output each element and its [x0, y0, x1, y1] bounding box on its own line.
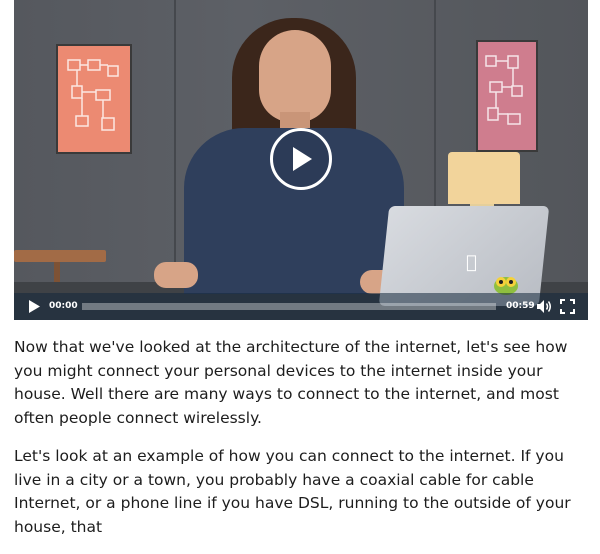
apple-logo-icon:  [466, 252, 477, 273]
total-duration: 00:59 [506, 301, 535, 311]
wall-poster-right [476, 40, 538, 152]
progress-bar[interactable] [82, 303, 496, 310]
paragraph: Now that we've looked at the architectur… [14, 338, 568, 427]
play-circle-icon [293, 147, 312, 171]
volume-icon[interactable] [536, 299, 552, 314]
side-table [14, 250, 106, 262]
play-icon[interactable] [28, 300, 40, 313]
paragraph: Let's look at an example of how you can … [14, 447, 571, 536]
center-play-button[interactable] [270, 128, 332, 190]
lesson-transcript: Now that we've looked at the architectur… [14, 336, 594, 554]
video-player[interactable]:  00:00 00:59 [14, 0, 588, 320]
presenter-hand-left [154, 262, 198, 288]
current-time: 00:00 [49, 301, 78, 311]
presenter-face [259, 30, 331, 122]
fullscreen-icon[interactable] [560, 299, 575, 314]
lamp-shade [448, 152, 520, 204]
video-control-bar: 00:00 00:59 [14, 293, 588, 320]
laptop [378, 206, 550, 306]
wall-poster-left [56, 44, 132, 154]
